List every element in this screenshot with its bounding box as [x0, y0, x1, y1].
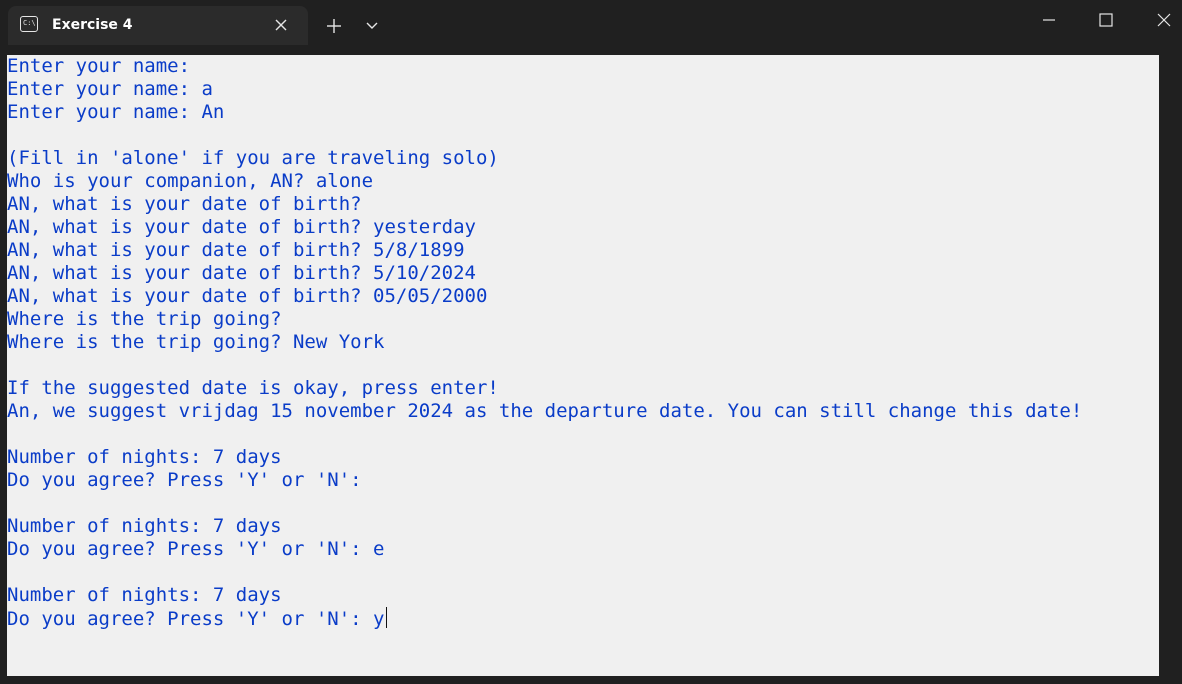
- console-line: Who is your companion, AN? alone: [7, 170, 374, 192]
- console-line: Do you agree? Press 'Y' or 'N': e: [7, 538, 385, 560]
- console-line: AN, what is your date of birth? 5/8/1899: [7, 239, 465, 261]
- console-line: Where is the trip going? New York: [7, 331, 385, 353]
- console-text: Enter your name: Enter your name: a Enter …: [7, 55, 1082, 630]
- console-line: Enter your name: a: [7, 78, 213, 100]
- minimize-icon[interactable]: [1026, 0, 1072, 40]
- chevron-down-icon[interactable]: [358, 12, 386, 40]
- close-tab-icon[interactable]: [270, 14, 292, 36]
- console-line: AN, what is your date of birth? yesterda…: [7, 216, 476, 238]
- tab-title: Exercise 4: [52, 17, 133, 33]
- tab-exercise-4[interactable]: C:\ Exercise 4: [8, 6, 308, 45]
- close-window-icon[interactable]: [1141, 0, 1182, 40]
- console-line: Number of nights: 7 days: [7, 584, 282, 606]
- console-line: Where is the trip going?: [7, 308, 282, 330]
- console-line: Do you agree? Press 'Y' or 'N':: [7, 469, 362, 491]
- console-line: Number of nights: 7 days: [7, 515, 282, 537]
- maximize-icon[interactable]: [1083, 0, 1129, 40]
- console-line: AN, what is your date of birth? 05/05/20…: [7, 285, 488, 307]
- title-bar: C:\ Exercise 4: [0, 0, 1182, 45]
- console-line: Enter your name:: [7, 55, 191, 77]
- console-output[interactable]: Enter your name: Enter your name: a Enter …: [7, 55, 1159, 676]
- console-line-current[interactable]: Do you agree? Press 'Y' or 'N': y: [7, 607, 1082, 630]
- text-cursor: [385, 607, 387, 628]
- console-line: An, we suggest vrijdag 15 november 2024 …: [7, 400, 1083, 422]
- terminal-icon: C:\: [20, 16, 38, 32]
- console-line: (Fill in 'alone' if you are traveling so…: [7, 147, 499, 169]
- console-line: AN, what is your date of birth? 5/10/202…: [7, 262, 476, 284]
- console-line: If the suggested date is okay, press ent…: [7, 377, 499, 399]
- console-line: AN, what is your date of birth?: [7, 193, 362, 215]
- console-line: Number of nights: 7 days: [7, 446, 282, 468]
- new-tab-icon[interactable]: [320, 12, 348, 40]
- console-input-text: Do you agree? Press 'Y' or 'N': y: [7, 608, 385, 630]
- console-line: Enter your name: An: [7, 101, 225, 123]
